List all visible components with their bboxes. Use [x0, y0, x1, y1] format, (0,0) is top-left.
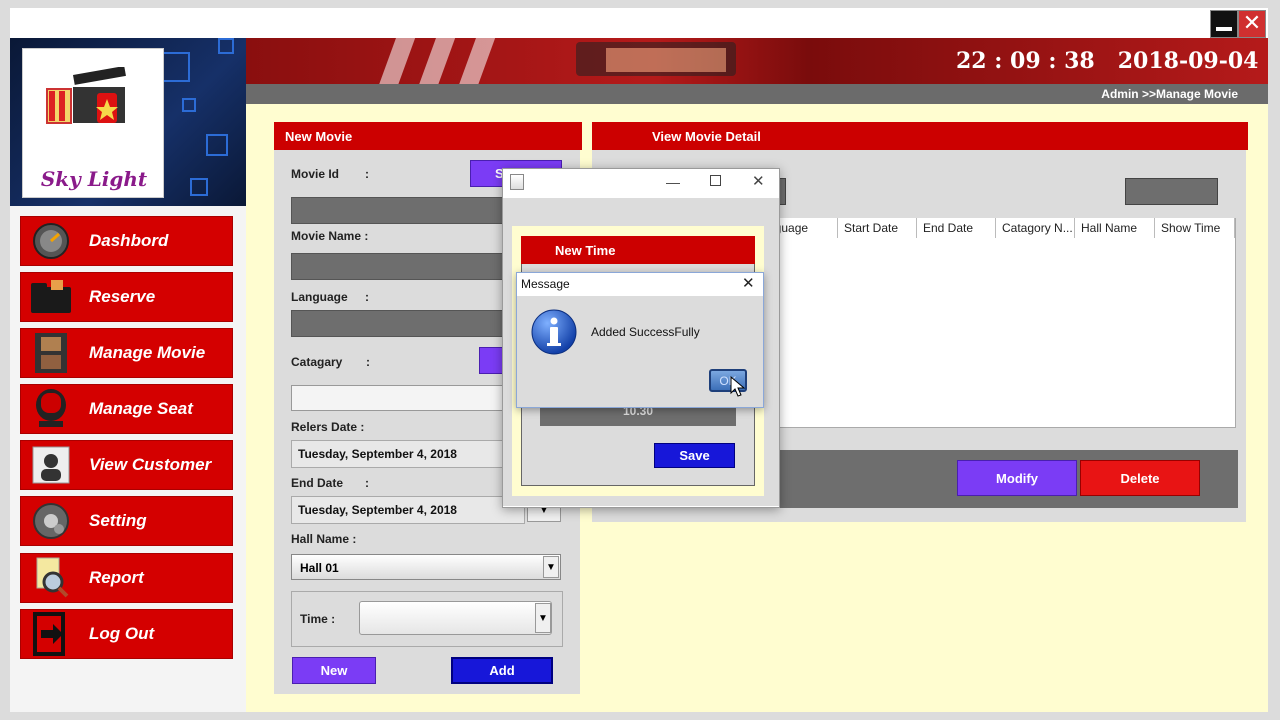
- movie-name-label: Movie Name :: [291, 229, 369, 243]
- colon: :: [366, 355, 370, 369]
- chevron-down-icon[interactable]: ▼: [543, 556, 559, 578]
- colon: :: [365, 167, 369, 181]
- end-date-label: End Date: [291, 476, 344, 490]
- sidebar-item-manage-movie[interactable]: Manage Movie: [20, 328, 233, 378]
- sidebar-item-manage-seat[interactable]: Manage Seat: [20, 384, 233, 434]
- catagory-label: Catagary: [291, 355, 343, 369]
- hall-name-label: Hall Name :: [291, 532, 357, 546]
- dialog-minimize-icon[interactable]: —: [666, 174, 680, 190]
- sidebar-item-label: Report: [89, 568, 144, 587]
- clapperboard-icon: [46, 67, 126, 124]
- language-label: Language: [291, 290, 348, 304]
- sidebar-item-report[interactable]: Report: [20, 553, 233, 603]
- java-icon: [510, 174, 524, 190]
- movie-id-label: Movie Id: [291, 167, 340, 181]
- message-close-icon[interactable]: ✕: [742, 274, 755, 292]
- message-title: Message: [521, 277, 570, 291]
- view-movie-header: View Movie Detail: [592, 122, 1248, 150]
- sidebar-item-setting[interactable]: Setting: [20, 496, 233, 546]
- search-field[interactable]: [1125, 178, 1218, 205]
- customer-icon: [27, 442, 75, 488]
- sidebar-item-label: Log Out: [89, 624, 155, 643]
- sidebar-item-log-out[interactable]: Log Out: [20, 609, 233, 659]
- logout-icon: [27, 611, 75, 657]
- gear-icon: [27, 498, 75, 544]
- chevron-down-icon[interactable]: ▼: [535, 603, 551, 633]
- close-icon[interactable]: ✕: [1238, 10, 1266, 38]
- new-time-header: New Time: [521, 236, 755, 264]
- table-header-cell[interactable]: Hall Name: [1075, 218, 1155, 238]
- breadcrumb: Admin >>Manage Movie: [1101, 87, 1238, 101]
- folder-icon: [27, 274, 75, 320]
- minimize-icon[interactable]: [1210, 10, 1238, 38]
- colon: :: [365, 476, 369, 490]
- cursor-icon: [730, 376, 746, 397]
- table-header-cell[interactable]: End Date: [917, 218, 996, 238]
- sidebar-item-label: Reserve: [89, 287, 156, 306]
- window-titlebar: [10, 8, 1268, 38]
- info-icon: [531, 309, 577, 355]
- message-text: Added SuccessFully: [591, 325, 700, 339]
- delete-button[interactable]: Delete: [1080, 460, 1200, 496]
- movie-table[interactable]: [740, 218, 1236, 428]
- save-button[interactable]: Save: [654, 443, 735, 468]
- film-icon: [27, 330, 75, 376]
- clock: 22 : 09 : 38 2018-09-04: [956, 48, 1258, 74]
- report-icon: [27, 555, 75, 601]
- logo-text: Sky Light: [40, 167, 148, 191]
- sidebar-item-dashbord[interactable]: Dashbord: [20, 216, 233, 266]
- table-header-cell[interactable]: Catagory N...: [996, 218, 1075, 238]
- sidebar-item-label: View Customer: [89, 455, 212, 474]
- logo: Sky Light: [22, 48, 164, 198]
- modify-button[interactable]: Modify: [957, 460, 1077, 496]
- sidebar-item-label: Setting: [89, 511, 147, 530]
- time-select[interactable]: [359, 601, 552, 635]
- hall-select[interactable]: Hall 01: [291, 554, 561, 580]
- new-movie-header: New Movie: [274, 122, 582, 150]
- sidebar-item-label: Dashbord: [89, 231, 169, 250]
- dialog-close-icon[interactable]: ✕: [752, 172, 765, 190]
- sidebar-item-reserve[interactable]: Reserve: [20, 272, 233, 322]
- sidebar-item-label: Manage Seat: [89, 399, 193, 418]
- dialog-maximize-icon[interactable]: [710, 175, 721, 186]
- table-header-cell[interactable]: Start Date: [838, 218, 917, 238]
- sidebar-item-label: Manage Movie: [89, 343, 206, 362]
- clock-time: 22 : 09 : 38: [956, 48, 1095, 74]
- add-button[interactable]: Add: [451, 657, 553, 684]
- sidebar-item-view-customer[interactable]: View Customer: [20, 440, 233, 490]
- time-label: Time :: [300, 612, 336, 626]
- new-button[interactable]: New: [292, 657, 376, 684]
- seat-icon: [27, 386, 75, 432]
- end-date-field[interactable]: Tuesday, September 4, 2018: [291, 496, 525, 524]
- release-date-label: Relers Date :: [291, 420, 365, 434]
- table-header-cell[interactable]: Show Time: [1155, 218, 1235, 238]
- clock-date: 2018-09-04: [1117, 48, 1259, 74]
- colon: :: [365, 290, 369, 304]
- release-date-field[interactable]: Tuesday, September 4, 2018: [291, 440, 525, 468]
- dashboard-icon: [27, 218, 75, 264]
